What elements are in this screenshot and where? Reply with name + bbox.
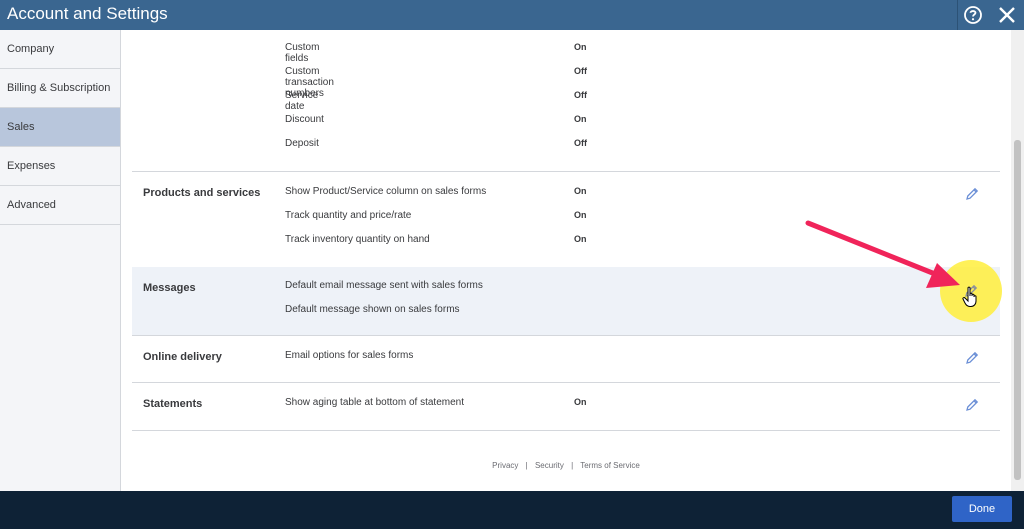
sidebar-item-label: Advanced xyxy=(7,199,56,211)
setting-value: On xyxy=(574,234,587,244)
setting-value: Off xyxy=(574,90,587,100)
setting-label: Deposit xyxy=(285,138,319,149)
section-title: Products and services xyxy=(143,187,261,199)
setting-label: Show Product/Service column on sales for… xyxy=(285,186,487,197)
sidebar-item-expenses[interactable]: Expenses xyxy=(0,147,120,186)
done-button[interactable]: Done xyxy=(952,496,1012,522)
window-title: Account and Settings xyxy=(7,4,168,23)
scrollbar-thumb[interactable] xyxy=(1014,140,1021,480)
setting-value: On xyxy=(574,210,587,220)
edit-pencil-icon[interactable] xyxy=(964,397,980,413)
setting-value: On xyxy=(574,397,587,407)
vertical-scrollbar[interactable] xyxy=(1011,30,1024,491)
section-title: Messages xyxy=(143,282,196,294)
help-circle-icon xyxy=(964,6,982,24)
close-icon xyxy=(999,7,1015,23)
setting-label: Track quantity and price/rate xyxy=(285,210,412,221)
setting-value: Off xyxy=(574,138,587,148)
sidebar-item-label: Company xyxy=(7,43,55,55)
section-title: Statements xyxy=(143,398,203,410)
annotation-arrow xyxy=(805,220,960,288)
setting-label: Email options for sales forms xyxy=(285,350,414,361)
privacy-link[interactable]: Privacy xyxy=(492,461,518,470)
sidebar-item-label: Expenses xyxy=(7,160,56,172)
setting-label: Discount xyxy=(285,114,324,125)
sidebar-item-company[interactable]: Company xyxy=(0,30,120,69)
setting-label: Show aging table at bottom of statement xyxy=(285,397,464,408)
sidebar-item-advanced[interactable]: Advanced xyxy=(0,186,120,225)
help-button[interactable] xyxy=(958,0,988,30)
section-statements[interactable]: Statements Show aging table at bottom of… xyxy=(132,383,1000,431)
sidebar-item-label: Sales xyxy=(7,121,35,133)
setting-value: On xyxy=(574,186,587,196)
setting-value: On xyxy=(574,42,587,52)
close-button[interactable] xyxy=(992,0,1022,30)
setting-label: Custom fields xyxy=(285,42,320,64)
setting-label: Default message shown on sales forms xyxy=(285,304,460,315)
footer-separator: | xyxy=(571,461,574,470)
footer-separator: | xyxy=(525,461,528,470)
setting-label: Service date xyxy=(285,90,319,112)
settings-sidebar: Company Billing & Subscription Sales Exp… xyxy=(0,30,121,491)
section-online-delivery[interactable]: Online delivery Email options for sales … xyxy=(132,336,1000,383)
title-bar: Account and Settings xyxy=(0,0,1024,30)
setting-value: Off xyxy=(574,66,587,76)
terms-of-service-link[interactable]: Terms of Service xyxy=(580,461,640,470)
edit-pencil-icon[interactable] xyxy=(964,350,980,366)
section-title: Online delivery xyxy=(143,351,222,363)
footer-links: Privacy | Security | Terms of Service xyxy=(121,461,1011,470)
hand-cursor-icon xyxy=(962,286,977,307)
setting-label: Track inventory quantity on hand xyxy=(285,234,430,245)
edit-pencil-icon[interactable] xyxy=(964,186,980,202)
bottom-action-bar: Done xyxy=(0,491,1024,529)
setting-value: On xyxy=(574,114,587,124)
sidebar-item-label: Billing & Subscription xyxy=(7,82,111,94)
sidebar-item-billing[interactable]: Billing & Subscription xyxy=(0,69,120,108)
setting-label: Default email message sent with sales fo… xyxy=(285,280,483,291)
security-link[interactable]: Security xyxy=(535,461,564,470)
sidebar-item-sales[interactable]: Sales xyxy=(0,108,120,147)
